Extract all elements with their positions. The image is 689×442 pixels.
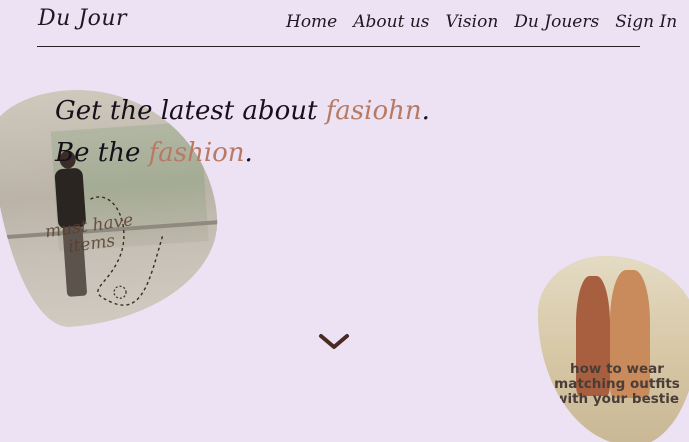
main-nav: Home About us Vision Du Jouers Sign In (286, 12, 677, 32)
nav-about-us[interactable]: About us (353, 12, 429, 32)
nav-du-jouers[interactable]: Du Jouers (514, 12, 599, 32)
nav-vision[interactable]: Vision (446, 12, 499, 32)
chevron-down-icon[interactable] (318, 330, 350, 352)
hero-heading: Get the latest about fasiohn. Be the fas… (55, 90, 430, 174)
hero-line2-accent: fashion (148, 138, 245, 168)
hero-line1-accent: fasiohn (325, 96, 422, 126)
landing-page: Du Jour Home About us Vision Du Jouers S… (0, 0, 689, 442)
featured-image-matching-outfits[interactable]: how to wear matching outfits with your b… (538, 256, 689, 442)
hero-line1-prefix: Get the latest about (55, 96, 326, 126)
hero-line2-suffix: . (244, 138, 253, 168)
nav-sign-in[interactable]: Sign In (615, 12, 677, 32)
site-logo[interactable]: Du Jour (38, 6, 127, 31)
hero-line-1: Get the latest about fasiohn. (55, 90, 430, 132)
nav-home[interactable]: Home (286, 12, 337, 32)
right-image-caption: how to wear matching outfits with your b… (554, 361, 680, 407)
hero-line1-suffix: . (421, 96, 430, 126)
header-divider (37, 46, 640, 47)
hero-line-2: Be the fashion. (55, 132, 430, 174)
hero-line2-prefix: Be the (55, 138, 149, 168)
